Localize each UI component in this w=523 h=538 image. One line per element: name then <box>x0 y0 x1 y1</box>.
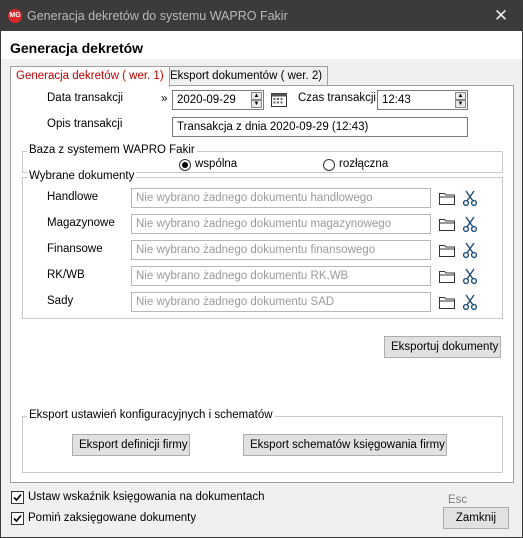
time-spinner[interactable]: ▲ ▼ <box>455 92 466 108</box>
radio-wspolna[interactable] <box>179 159 191 171</box>
time-field[interactable]: 12:43 ▲ ▼ <box>377 90 468 110</box>
checkmark-icon <box>13 493 22 502</box>
scissors-icon[interactable] <box>461 293 479 311</box>
date-prefix-icon: » <box>161 93 168 105</box>
close-window-button[interactable]: ✕ <box>486 3 516 29</box>
date-field[interactable]: 2020-09-29 ▲ ▼ <box>172 90 264 110</box>
spin-down-icon[interactable]: ▼ <box>251 100 262 108</box>
folder-icon[interactable] <box>438 215 456 233</box>
config-export-title: Eksport ustawień konfiguracyjnych i sche… <box>27 409 275 421</box>
title-bar[interactable]: MG Generacja dekretów do systemu WAPRO F… <box>1 1 522 31</box>
scissors-icon[interactable] <box>461 215 479 233</box>
spin-up-icon[interactable]: ▲ <box>455 92 466 100</box>
date-value: 2020-09-29 <box>177 94 236 106</box>
doc-field[interactable]: Nie wybrano żadnego dokumentu magazynowe… <box>131 214 431 234</box>
date-spinner[interactable]: ▲ ▼ <box>251 92 262 108</box>
radio-rozlaczna-label[interactable]: rozłączna <box>339 158 388 170</box>
folder-icon[interactable] <box>438 189 456 207</box>
doc-label: Sady <box>47 295 74 307</box>
doc-label: Handlowe <box>47 191 99 203</box>
close-button[interactable]: Zamknij <box>443 507 509 529</box>
header-area: Generacja dekretów <box>1 31 522 59</box>
page-title: Generacja dekretów <box>10 40 144 56</box>
doc-label: RK/WB <box>47 269 85 281</box>
calendar-icon[interactable] <box>270 91 288 109</box>
doc-label: Finansowe <box>47 243 103 255</box>
scissors-icon[interactable] <box>461 241 479 259</box>
doc-field[interactable]: Nie wybrano żadnego dokumentu handlowego <box>131 188 431 208</box>
selected-documents-title: Wybrane dokumenty <box>27 170 137 182</box>
checkbox-skip-posted-label[interactable]: Pomiń zaksięgowane dokumenty <box>28 512 196 524</box>
scissors-icon[interactable] <box>461 189 479 207</box>
description-label: Opis transakcji <box>47 118 123 130</box>
fakir-base-title: Baza z systemem WAPRO Fakir <box>27 144 197 156</box>
time-label: Czas transakcji <box>298 92 376 104</box>
esc-hint: Esc <box>448 494 468 506</box>
window-title: Generacja dekretów do systemu WAPRO Faki… <box>27 9 288 23</box>
export-firm-definition-button[interactable]: Eksport definicji firmy <box>72 434 190 456</box>
tab-panel: Data transakcji » 2020-09-29 ▲ ▼ Czas tr… <box>10 85 514 483</box>
checkbox-skip-posted[interactable] <box>11 512 24 525</box>
checkbox-set-posting-flag-label[interactable]: Ustaw wskaźnik księgowania na dokumentac… <box>28 491 265 503</box>
dialog-window: MG Generacja dekretów do systemu WAPRO F… <box>0 0 523 538</box>
folder-icon[interactable] <box>438 241 456 259</box>
tab-eksport-dokumentow[interactable]: Eksport dokumentów ( wer. 2) <box>164 66 329 86</box>
spin-down-icon[interactable]: ▼ <box>455 100 466 108</box>
tab-generacja-dekretow[interactable]: Generacja dekretów ( wer. 1) <box>10 66 170 87</box>
doc-label: Magazynowe <box>47 217 115 229</box>
radio-rozlaczna[interactable] <box>323 159 335 171</box>
scissors-icon[interactable] <box>461 267 479 285</box>
doc-field[interactable]: Nie wybrano żadnego dokumentu finansoweg… <box>131 240 431 260</box>
radio-wspolna-label[interactable]: wspólna <box>195 158 237 170</box>
folder-icon[interactable] <box>438 267 456 285</box>
description-input[interactable]: Transakcja z dnia 2020-09-29 (12:43) <box>172 117 468 137</box>
export-documents-button[interactable]: Eksportuj dokumenty <box>384 336 501 358</box>
app-logo-icon: MG <box>8 9 22 23</box>
checkbox-set-posting-flag[interactable] <box>11 491 24 504</box>
export-posting-schemes-button[interactable]: Eksport schematów księgowania firmy <box>243 434 447 456</box>
doc-field[interactable]: Nie wybrano żadnego dokumentu SAD <box>131 292 431 312</box>
folder-icon[interactable] <box>438 293 456 311</box>
doc-field[interactable]: Nie wybrano żadnego dokumentu RK,WB <box>131 266 431 286</box>
date-label: Data transakcji <box>47 92 124 104</box>
time-value: 12:43 <box>382 94 411 106</box>
spin-up-icon[interactable]: ▲ <box>251 92 262 100</box>
checkmark-icon <box>13 514 22 523</box>
